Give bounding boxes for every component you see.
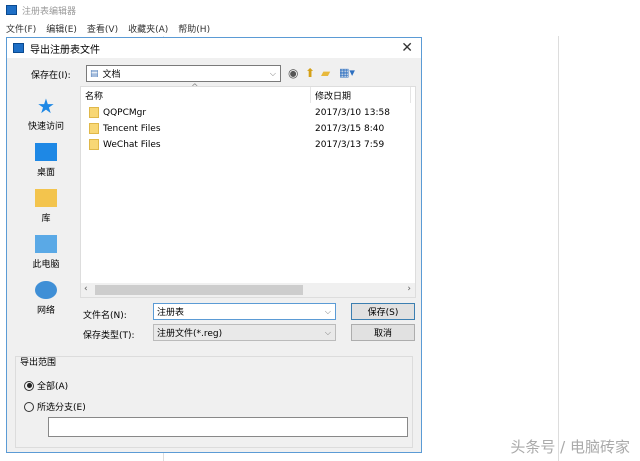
list-item[interactable]: QQPCMgr 2017/3/10 13:58 [81,105,390,120]
menu-favorites[interactable]: 收藏夹(A) [128,22,168,35]
up-folder-icon[interactable]: ⬆ [305,66,315,80]
branch-path-input[interactable] [48,417,408,437]
computer-icon [35,235,57,253]
filename-value: 注册表 [157,308,185,318]
menubar: 文件(F) 编辑(E) 查看(V) 收藏夹(A) 帮助(H) [0,20,640,36]
column-label: 修改日期 [315,91,352,102]
radio-all[interactable]: 全部(A) [24,379,68,392]
place-label: 桌面 [36,168,55,178]
back-icon[interactable]: ◉ [288,66,298,80]
list-item[interactable]: WeChat Files 2017/3/13 7:59 [81,137,384,152]
dialog-title: 导出注册表文件 [30,44,100,56]
export-range-group: 导出范围 全部(A) 所选分支(E) [15,356,413,448]
watermark: 头条号 / 电脑砖家 [510,438,630,456]
column-label: 名称 [85,91,104,102]
menu-help[interactable]: 帮助(H) [178,22,210,35]
place-label: 网络 [36,306,55,316]
desktop-icon [35,143,57,161]
places-bar: ★ 快速访问 桌面 库 此电脑 网络 [17,86,75,356]
file-name: QQPCMgr [103,107,147,118]
save-button[interactable]: 保存(S) [351,303,415,320]
sort-up-icon: ^ [191,83,199,93]
horizontal-scrollbar[interactable]: ‹ › [81,283,415,297]
list-item[interactable]: Tencent Files 2017/3/15 8:40 [81,121,384,136]
divider [558,36,559,461]
cancel-button[interactable]: 取消 [351,324,415,341]
document-icon: ▤ [90,68,99,79]
regedit-icon [6,5,17,15]
folder-icon [89,123,99,134]
regedit-icon [13,43,24,53]
scroll-left-icon[interactable]: ‹ [84,284,88,294]
place-this-pc[interactable]: 此电脑 [17,224,75,270]
scrollbar-thumb[interactable] [95,285,303,295]
file-name: WeChat Files [103,139,161,150]
filetype-select[interactable]: 注册文件(*.reg) ⌵ [153,324,336,341]
save-in-label: 保存在(I): [31,71,71,81]
file-date: 2017/3/10 13:58 [315,107,390,118]
library-icon [35,189,57,207]
place-libraries[interactable]: 库 [17,178,75,224]
radio-label: 全部(A) [37,382,69,392]
menu-edit[interactable]: 编辑(E) [46,22,77,35]
file-date: 2017/3/13 7:59 [315,139,385,150]
folder-icon [89,139,99,150]
filetype-value: 注册文件(*.reg) [157,329,223,339]
folder-icon [89,107,99,118]
scroll-right-icon[interactable]: › [407,284,411,294]
file-date: 2017/3/15 8:40 [315,123,385,134]
file-list[interactable]: 名称 ^ 修改日期 QQPCMgr 2017/3/10 13:58 Tencent … [80,83,416,298]
filename-label: 文件名(N): [83,311,127,321]
place-quick-access[interactable]: ★ 快速访问 [17,86,75,132]
file-name: Tencent Files [103,123,161,134]
place-label: 快速访问 [27,122,64,132]
place-label: 此电脑 [32,260,60,270]
chevron-down-icon: ⌵ [269,68,276,78]
radio-label: 所选分支(E) [37,403,86,413]
group-title: 导出范围 [20,358,57,368]
place-network[interactable]: 网络 [17,270,75,316]
network-icon [35,281,57,299]
radio-icon [24,401,34,412]
save-in-value: 文档 [102,70,121,80]
radio-selected-branch[interactable]: 所选分支(E) [24,400,86,413]
dialog-titlebar: 导出注册表文件 [7,38,421,58]
star-icon: ★ [37,94,55,118]
column-date[interactable]: 修改日期 [311,87,411,103]
view-menu-icon[interactable]: ▦▾ [339,66,355,79]
filetype-label: 保存类型(T): [83,331,135,341]
export-dialog: 导出注册表文件 ✕ 保存在(I): ▤ 文档 ⌵ ◉ ⬆ ▰ ▦▾ ★ 快速访问 … [6,37,422,453]
save-in-combo[interactable]: ▤ 文档 ⌵ [86,65,281,82]
chevron-down-icon: ⌵ [324,306,331,316]
menu-view[interactable]: 查看(V) [87,22,118,35]
menu-file[interactable]: 文件(F) [6,22,36,35]
place-desktop[interactable]: 桌面 [17,132,75,178]
app-titlebar: 注册表编辑器 [0,0,640,20]
column-name[interactable]: 名称 ^ [81,83,311,103]
radio-icon [24,380,34,391]
new-folder-icon[interactable]: ▰ [321,66,330,80]
app-title: 注册表编辑器 [22,6,77,17]
place-label: 库 [41,214,51,224]
close-button[interactable]: ✕ [401,40,413,56]
filename-input[interactable]: 注册表 ⌵ [153,303,336,320]
chevron-down-icon: ⌵ [324,327,331,337]
